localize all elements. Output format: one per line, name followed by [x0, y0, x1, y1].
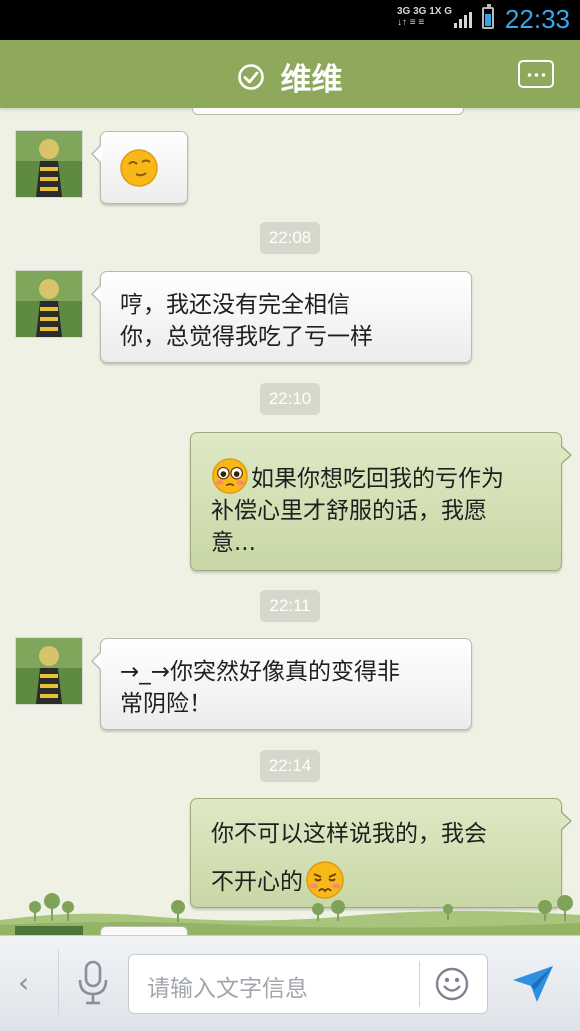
check-circle-icon [238, 63, 265, 90]
received-message-bubble[interactable]: →_→你突然好像真的变得非 常阴险！ [91, 638, 472, 730]
message-text-line: 补偿心里才舒服的话，我愿 [211, 498, 487, 524]
contact-avatar[interactable] [15, 130, 83, 198]
battery-icon [482, 4, 494, 29]
send-icon[interactable] [511, 964, 555, 1004]
message-text-line: 常阴险！ [120, 691, 212, 717]
pleading-emoji [212, 457, 248, 494]
network-type-text: 3G 3G 1X G [396, 6, 452, 17]
message-timestamp: 22:10 [260, 383, 320, 415]
chevron-left-icon[interactable]: ‹ [18, 966, 29, 999]
divider [58, 950, 59, 1014]
input-placeholder: 请输入文字信息 [147, 976, 308, 1002]
chat-header: 维维 [0, 40, 580, 108]
microphone-icon[interactable] [76, 960, 110, 1006]
message-timestamp: 22:11 [260, 590, 320, 622]
message-text-line: 哼，我还没有完全相信 [120, 292, 350, 318]
network-activity-text: ↓↑ ≡ ≡ [396, 17, 425, 28]
smug-emoji [120, 149, 158, 187]
contact-avatar[interactable] [15, 270, 83, 338]
more-dots-icon [526, 73, 546, 77]
received-message-bubble[interactable]: 哼，我还没有完全相信 你，总觉得我吃了亏一样 [91, 271, 472, 363]
more-menu-button[interactable] [518, 60, 554, 88]
avatar-photo [16, 271, 82, 337]
smiley-icon[interactable] [435, 967, 469, 1001]
message-text-line: 你，总觉得我吃了亏一样 [120, 324, 373, 350]
divider [419, 961, 420, 1007]
message-timestamp: 22:14 [260, 750, 320, 782]
background-scenery [0, 893, 580, 935]
message-text-line: →_→你突然好像真的变得非 [120, 659, 401, 685]
message-text-line: 如果你想吃回我的亏作为 [211, 457, 561, 495]
message-input[interactable]: 请输入文字信息 [128, 954, 488, 1014]
avatar-photo [16, 638, 82, 704]
contact-name: 维维 [280, 62, 343, 98]
input-bar: ‹ 请输入文字信息 [0, 935, 580, 1031]
status-time: 22:33 [504, 4, 570, 34]
avatar-photo [16, 131, 82, 197]
contact-avatar[interactable] [15, 637, 83, 705]
signal-icon [454, 12, 472, 28]
message-text: 如果你想吃回我的亏作为 [251, 466, 504, 492]
message-timestamp: 22:08 [260, 222, 320, 254]
previous-message-bubble [192, 108, 464, 115]
sent-message-bubble[interactable]: 如果你想吃回我的亏作为 补偿心里才舒服的话，我愿 意... [190, 432, 572, 571]
status-bar: 3G 3G 1X G ↓↑ ≡ ≡ 22:33 [0, 0, 580, 40]
network-indicator: 3G 3G 1X G ↓↑ ≡ ≡ [397, 6, 452, 28]
message-text-line: 你不可以这样说我的，我会 [211, 821, 487, 847]
message-text-line: 意... [211, 530, 256, 556]
received-sticker-bubble[interactable] [91, 131, 188, 204]
